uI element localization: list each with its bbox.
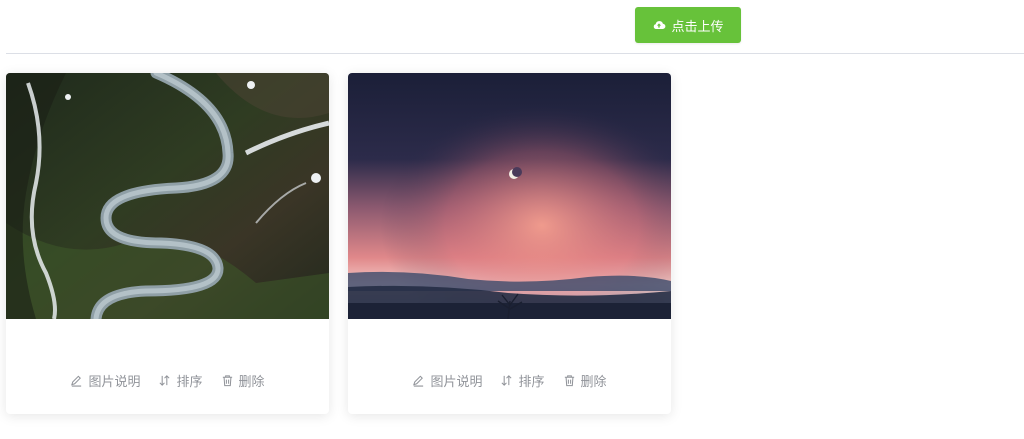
image-card: 图片说明 排序 删除 (6, 73, 329, 414)
card-actions: 图片说明 排序 删除 (6, 369, 329, 391)
sort-icon (501, 374, 512, 386)
trash-icon (564, 374, 574, 386)
card-image[interactable] (6, 73, 329, 319)
upload-button[interactable]: 点击上传 (635, 7, 741, 43)
cloud-upload-icon (654, 21, 666, 29)
caption-label: 图片说明 (430, 374, 483, 390)
card-actions: 图片说明 排序 删除 (348, 369, 671, 391)
caption-action[interactable]: 图片说明 (70, 371, 140, 390)
delete-action[interactable]: 删除 (221, 371, 265, 390)
sort-label: 排序 (176, 374, 203, 390)
sort-action[interactable]: 排序 (500, 371, 545, 390)
toolbar: 点击上传 (0, 0, 1024, 54)
caption-action[interactable]: 图片说明 (412, 371, 482, 390)
edit-icon (413, 375, 424, 387)
upload-button-label: 点击上传 (671, 18, 724, 34)
delete-label: 删除 (238, 374, 265, 390)
sort-action[interactable]: 排序 (158, 371, 203, 390)
sort-label: 排序 (518, 374, 545, 390)
image-card: 图片说明 排序 删除 (348, 73, 671, 414)
card-image[interactable] (348, 73, 671, 319)
night-sky-image (348, 73, 671, 319)
trash-icon (222, 374, 232, 386)
toolbar-divider (6, 53, 1024, 54)
sort-icon (159, 374, 170, 386)
edit-icon (71, 375, 82, 387)
delete-action[interactable]: 删除 (563, 371, 607, 390)
aerial-road-image (6, 73, 329, 319)
caption-label: 图片说明 (88, 374, 141, 390)
delete-label: 删除 (580, 374, 607, 390)
